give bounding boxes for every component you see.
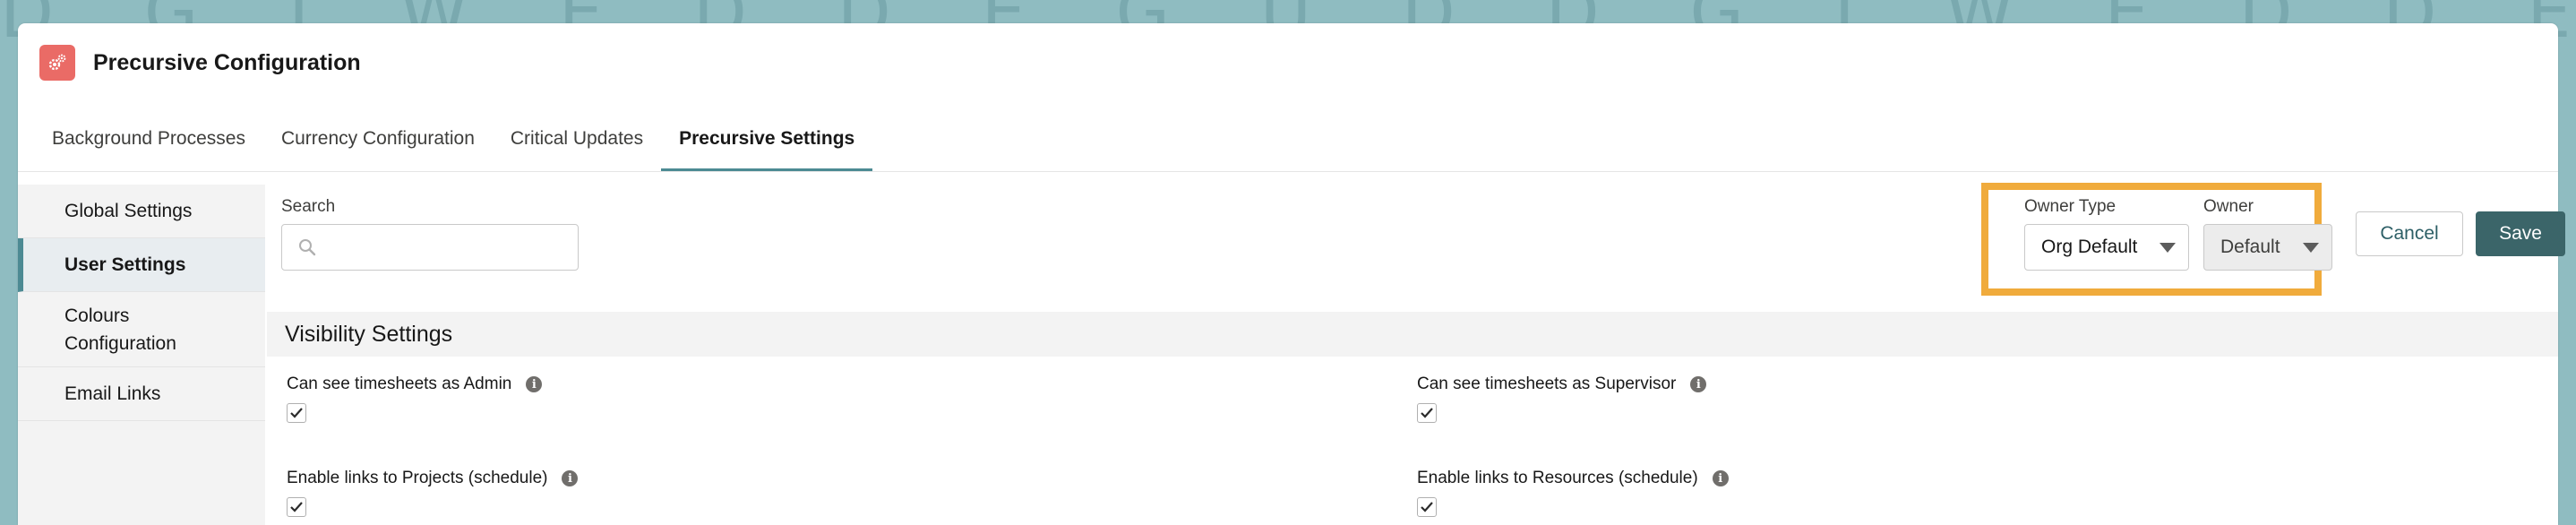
tab-currency-configuration[interactable]: Currency Configuration [263, 111, 493, 172]
supervisor-timesheets-checkbox[interactable] [1417, 403, 1437, 423]
configuration-card: Precursive Configuration Background Proc… [18, 23, 2565, 525]
search-icon [299, 239, 316, 256]
info-icon[interactable]: i [562, 470, 579, 486]
setting-label: Enable links to Resources (schedule) [1417, 469, 1698, 487]
settings-sidebar: Global Settings User Settings Colours Co… [18, 185, 265, 525]
search-input[interactable] [281, 224, 579, 271]
setting-project-links: Enable links to Projects (schedule) i [287, 469, 579, 517]
owner-type-select[interactable]: Org Default [2024, 224, 2189, 271]
owner-select[interactable]: Default [2203, 224, 2332, 271]
sidebar-item-label: Global Settings [64, 201, 193, 221]
setting-resource-links: Enable links to Resources (schedule) i [1417, 469, 1729, 517]
section-title: Visibility Settings [285, 321, 453, 347]
project-links-checkbox[interactable] [287, 497, 306, 517]
sidebar-item-label: Email Links [64, 383, 161, 404]
setting-label: Can see timesheets as Supervisor [1417, 374, 1677, 393]
owner-value: Default [2220, 237, 2280, 257]
tab-critical-updates[interactable]: Critical Updates [493, 111, 661, 172]
settings-content: Search Owner Type Org Default Owner Defa… [267, 183, 2565, 525]
chevron-down-icon [2160, 243, 2176, 253]
sidebar-item-label: User Settings [64, 254, 186, 275]
chevron-down-icon [2303, 243, 2319, 253]
checkmark-icon [290, 408, 303, 418]
sidebar-item-email-links[interactable]: Email Links [18, 367, 265, 421]
sidebar-item-label: Colours Configuration [64, 305, 176, 354]
sidebar-item-colours-configuration[interactable]: Colours Configuration [18, 292, 265, 367]
sidebar-item-global-settings[interactable]: Global Settings [18, 185, 265, 238]
info-icon[interactable]: i [1712, 470, 1729, 486]
tab-bar: Background Processes Currency Configurat… [34, 111, 873, 172]
save-button[interactable]: Save [2476, 211, 2565, 256]
settings-gears-icon [39, 45, 75, 81]
search-label: Search [281, 197, 336, 216]
checkmark-icon [1421, 502, 1433, 512]
page-header: Precursive Configuration [39, 43, 361, 82]
info-icon[interactable]: i [526, 376, 543, 392]
owner-type-value: Org Default [2041, 237, 2138, 257]
tab-background-processes[interactable]: Background Processes [34, 111, 263, 172]
info-icon[interactable]: i [1690, 376, 1707, 392]
resource-links-checkbox[interactable] [1417, 497, 1437, 517]
checkmark-icon [1421, 408, 1433, 418]
page-title: Precursive Configuration [93, 49, 361, 75]
setting-label: Can see timesheets as Admin [287, 374, 512, 393]
checkmark-icon [290, 502, 303, 512]
setting-admin-timesheets: Can see timesheets as Admin i [287, 374, 543, 423]
owner-type-label: Owner Type [2024, 197, 2117, 216]
sidebar-item-user-settings[interactable]: User Settings [18, 238, 265, 292]
cancel-button[interactable]: Cancel [2356, 211, 2463, 256]
owner-label: Owner [2203, 197, 2254, 216]
setting-supervisor-timesheets: Can see timesheets as Supervisor i [1417, 374, 1707, 423]
tab-precursive-settings[interactable]: Precursive Settings [661, 111, 873, 172]
admin-timesheets-checkbox[interactable] [287, 403, 306, 423]
tabs-divider [18, 171, 2558, 172]
setting-label: Enable links to Projects (schedule) [287, 469, 548, 487]
visibility-section-header: Visibility Settings [267, 312, 2558, 357]
